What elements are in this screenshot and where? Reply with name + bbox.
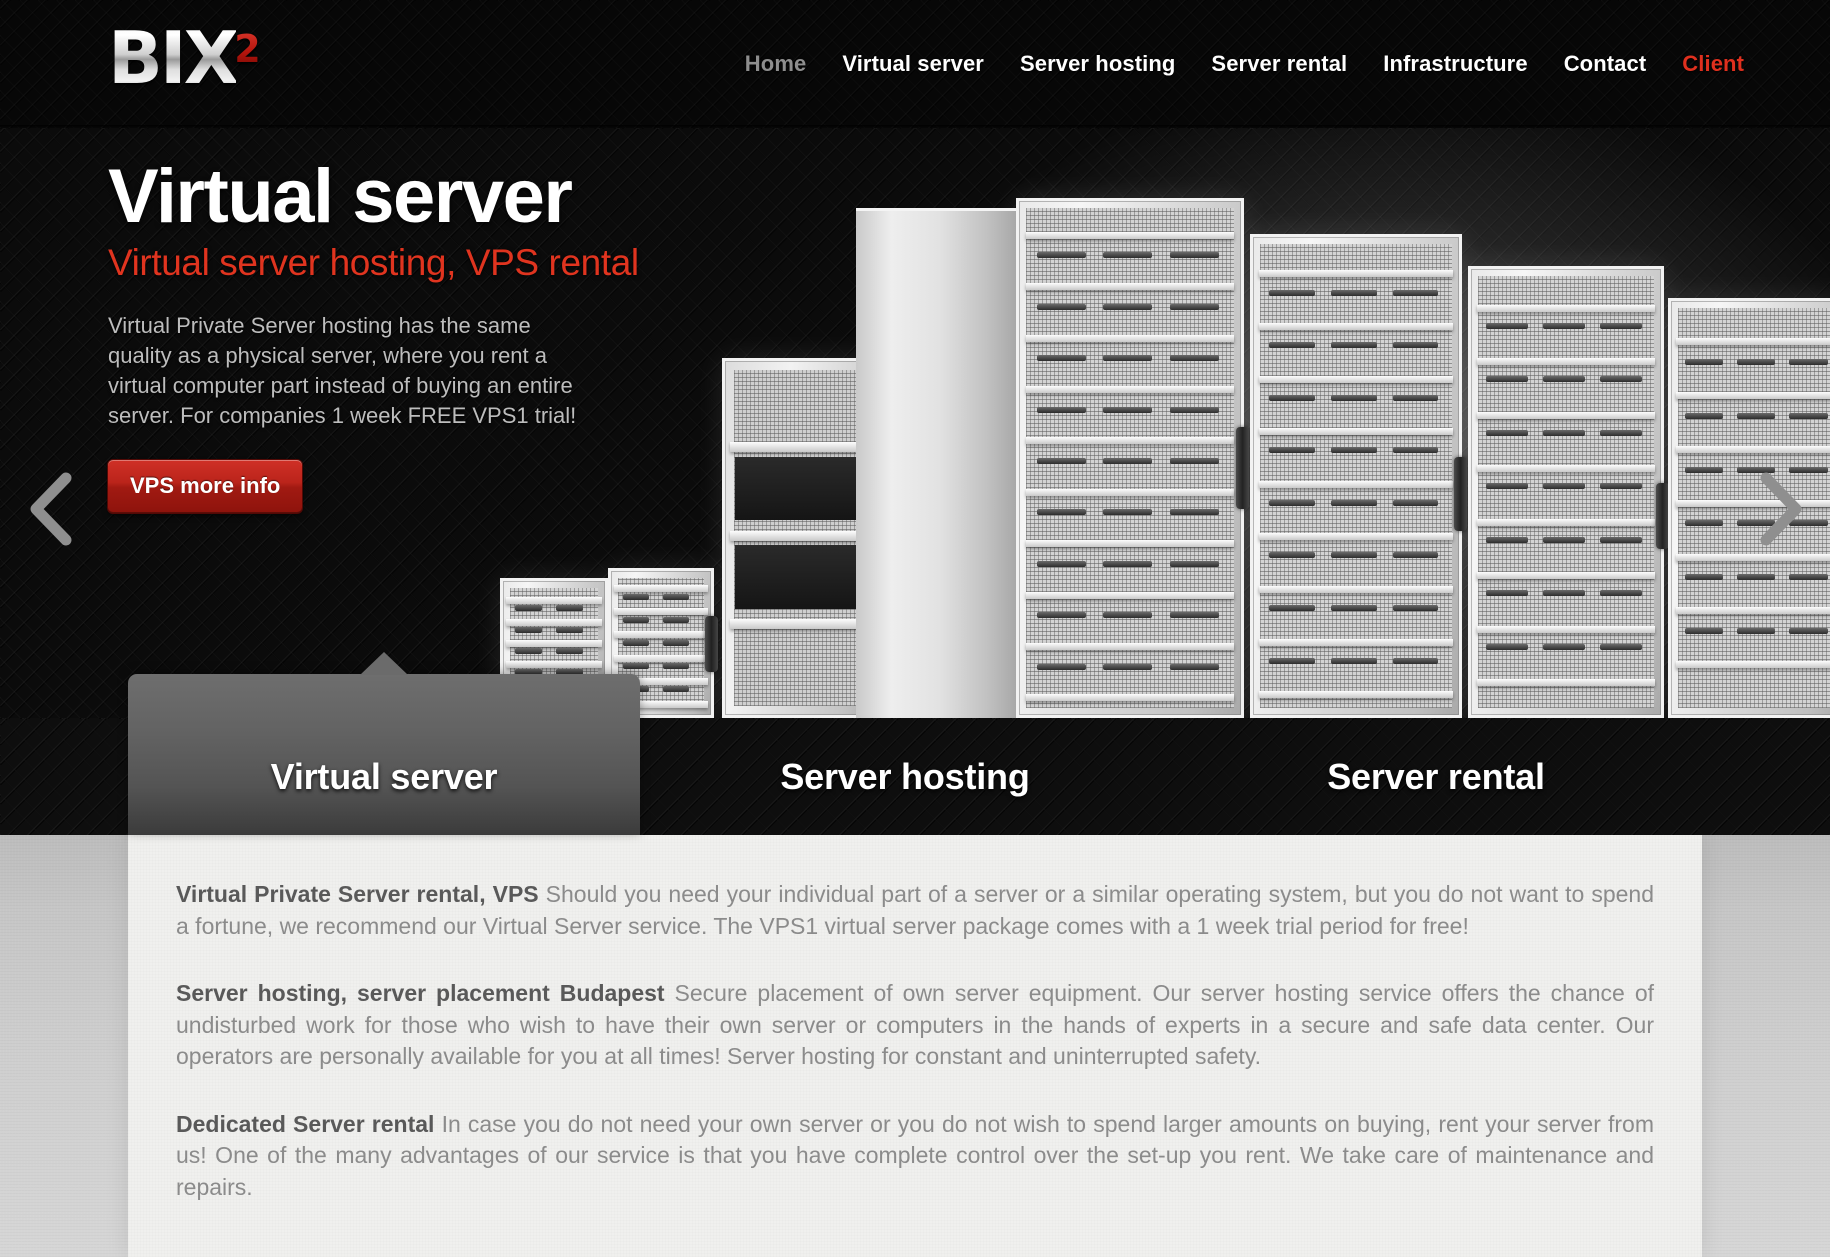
nav-item-home[interactable]: Home [727,51,825,77]
carousel-next-arrow-icon[interactable] [1750,470,1812,548]
tab-server-rental[interactable]: Server rental [1170,718,1702,835]
hero-subtitle: Virtual server hosting, VPS rental [108,242,639,284]
site-logo[interactable]: BIX 2 [108,16,261,100]
main-navigation: Home Virtual server Server hosting Serve… [727,0,1762,128]
server-rack-main-side [856,208,1016,718]
nav-item-server-rental[interactable]: Server rental [1193,51,1365,77]
paragraph-dedicated-server: Dedicated Server rental In case you do n… [176,1109,1654,1204]
tab-label: Server hosting [780,755,1030,797]
nav-item-virtual-server[interactable]: Virtual server [824,51,1002,77]
tab-content-panel: Virtual Private Server rental, VPS Shoul… [128,835,1702,1257]
hero-description: Virtual Private Server hosting has the s… [108,312,577,428]
paragraph-server-hosting: Server hosting, server placement Budapes… [176,978,1654,1073]
hero-title: Virtual server [108,154,573,239]
site-header: BIX 2 Home Virtual server Server hosting… [0,0,1830,128]
paragraph-lead: Virtual Private Server rental, VPS [176,881,539,907]
paragraph-lead: Dedicated Server rental [176,1110,435,1137]
server-rack-main-1 [1016,198,1249,718]
nav-item-server-hosting[interactable]: Server hosting [1002,51,1193,77]
page-body: Virtual Private Server rental, VPS Shoul… [0,835,1830,1257]
rack-door [1016,198,1244,718]
logo-superscript: 2 [234,27,260,71]
tab-label: Server rental [1327,755,1545,797]
rack-door-handle [1236,426,1249,509]
rack-door [1468,266,1664,718]
nav-item-infrastructure[interactable]: Infrastructure [1365,51,1545,77]
tab-label: Virtual server [270,755,498,797]
paragraph-lead: Server hosting, server placement Budapes… [176,980,665,1006]
hero-copy: Virtual server Virtual server hosting, V… [108,154,728,514]
logo-text: BIX [108,16,239,100]
rack-side-panel [856,208,1016,718]
tab-virtual-server[interactable]: Virtual server [128,652,640,835]
nav-item-client[interactable]: Client [1664,51,1762,77]
vps-more-info-button[interactable]: VPS more info [108,460,303,514]
hero-carousel: Virtual server Virtual server hosting, V… [0,128,1830,718]
carousel-prev-arrow-icon[interactable] [20,470,82,548]
tab-server-hosting[interactable]: Server hosting [640,718,1170,835]
rack-door-handle [1454,456,1467,531]
tab-active-caret-icon [360,652,408,675]
rack-door [1250,234,1462,718]
service-tabs: Virtual server Server hosting Server ren… [0,652,1830,835]
paragraph-vps: Virtual Private Server rental, VPS Shoul… [176,879,1654,942]
nav-item-contact[interactable]: Contact [1546,51,1665,77]
server-rack-main-3 [1468,266,1669,718]
server-rack-main-2 [1250,234,1467,718]
